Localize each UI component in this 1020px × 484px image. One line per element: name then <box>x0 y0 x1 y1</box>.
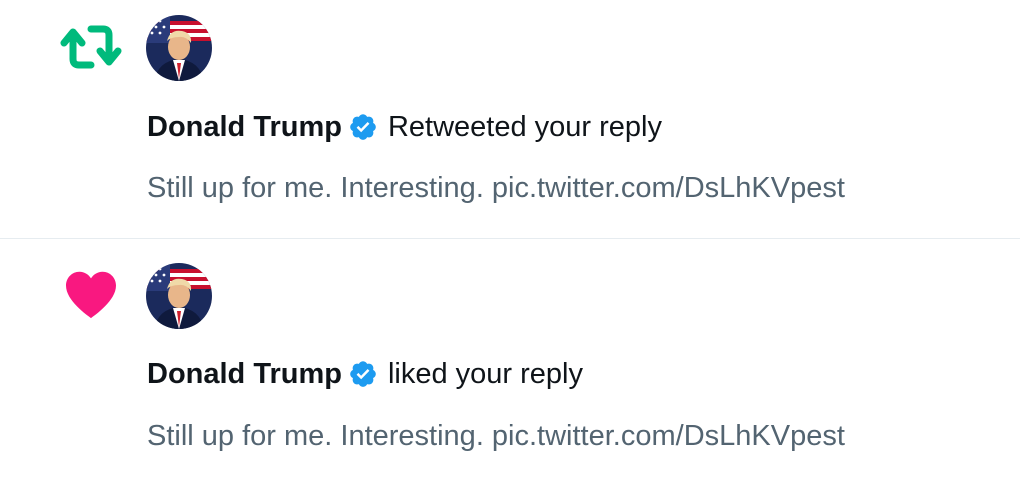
notification-like[interactable]: Donald Trump liked your reply Still up f… <box>0 238 1020 484</box>
verified-badge-icon <box>348 359 378 389</box>
tweet-text: Still up for me. Interesting. pic.twitte… <box>147 172 845 204</box>
retweet-icon <box>60 20 122 74</box>
author-name[interactable]: Donald Trump <box>147 111 342 144</box>
avatar[interactable] <box>146 15 212 81</box>
notifications-feed: Donald Trump Retweeted your reply Still … <box>0 0 1020 483</box>
author-name[interactable]: Donald Trump <box>147 358 342 391</box>
tweet-text: Still up for me. Interesting. pic.twitte… <box>147 420 845 452</box>
avatar[interactable] <box>146 263 212 329</box>
notification-headline: Donald Trump Retweeted your reply <box>147 107 662 147</box>
action-text: liked your reply <box>387 357 583 390</box>
action-text: Retweeted your reply <box>387 110 662 143</box>
heart-icon <box>60 267 122 321</box>
verified-badge-icon <box>348 112 378 142</box>
notification-retweet[interactable]: Donald Trump Retweeted your reply Still … <box>0 0 1020 238</box>
notification-headline: Donald Trump liked your reply <box>147 354 583 394</box>
